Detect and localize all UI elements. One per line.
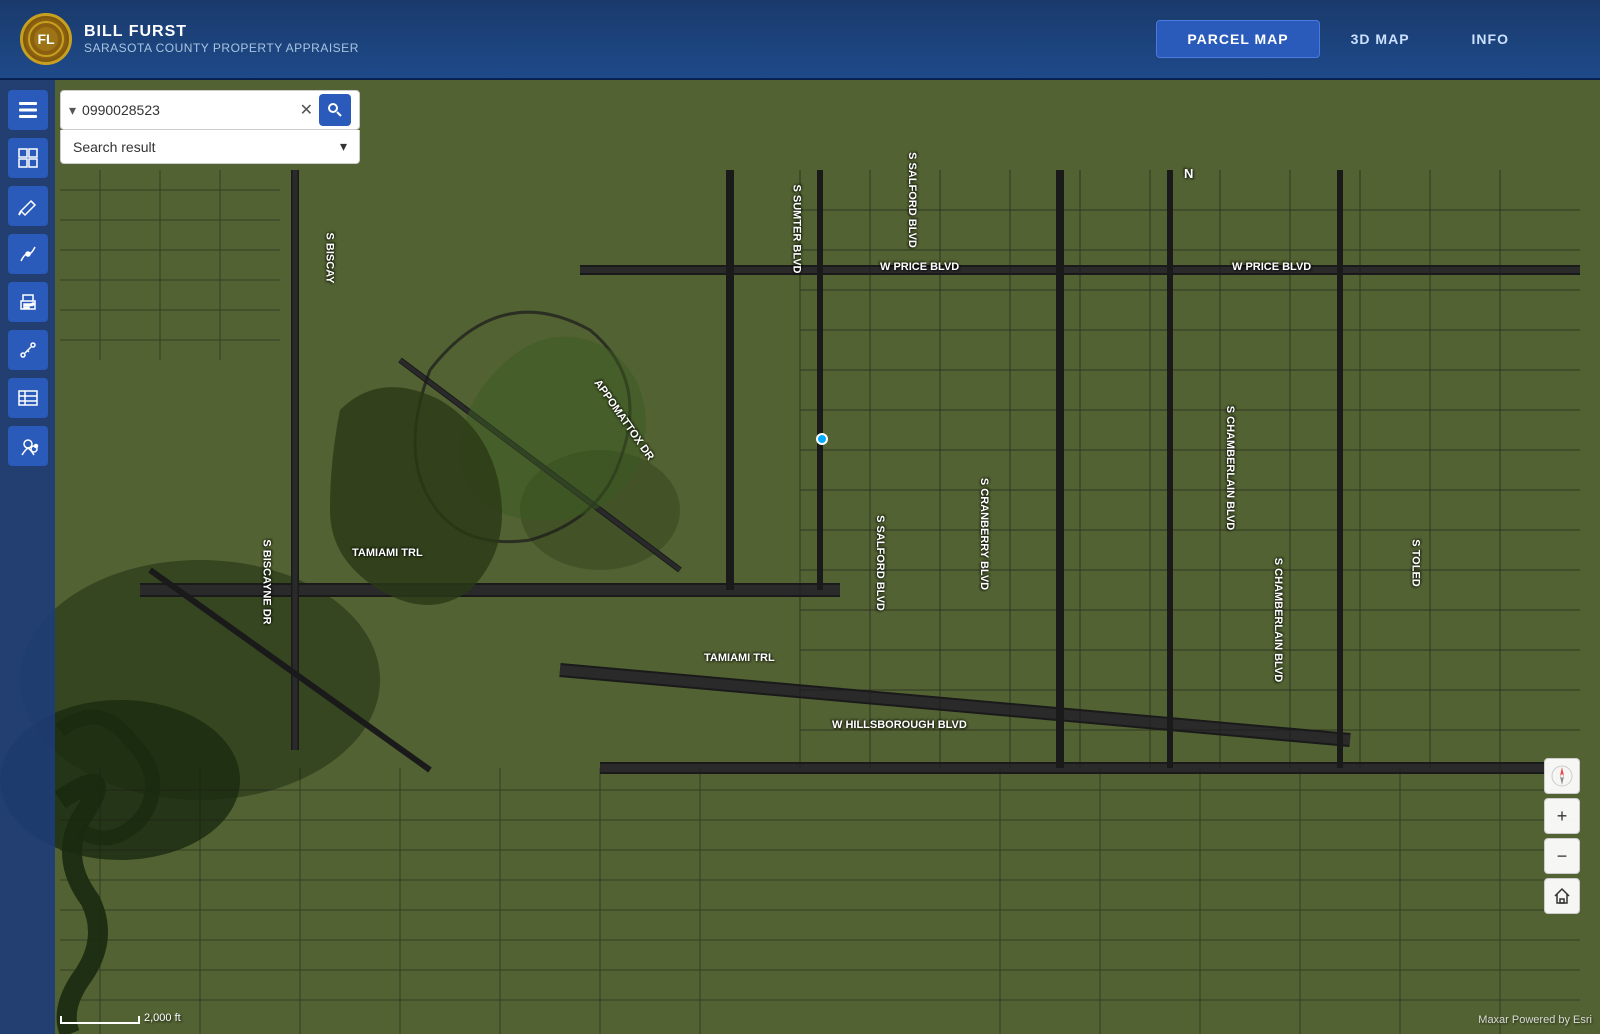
draw-button[interactable] bbox=[8, 234, 48, 274]
scale-bar: 2,000 ft bbox=[60, 1012, 181, 1024]
logo-subtitle: SARASOTA COUNTY PROPERTY APPRAISER bbox=[84, 41, 359, 55]
bookmark-button[interactable] bbox=[8, 426, 48, 466]
compass-button[interactable] bbox=[1544, 758, 1580, 794]
search-box: ▾ ✕ Search result ▾ bbox=[60, 90, 360, 164]
attribution: Maxar Powered by Esri bbox=[1478, 1014, 1592, 1026]
map-marker bbox=[816, 433, 828, 445]
map-background bbox=[0, 80, 1600, 1034]
header: FL BILL FURST SARASOTA COUNTY PROPERTY A… bbox=[0, 0, 1600, 80]
tab-info[interactable]: INFO bbox=[1441, 20, 1540, 58]
zoom-in-button[interactable]: + bbox=[1544, 798, 1580, 834]
search-input-row: ▾ ✕ bbox=[60, 90, 360, 130]
grid-button[interactable] bbox=[8, 138, 48, 178]
search-chevron-icon[interactable]: ▾ bbox=[69, 102, 76, 119]
svg-text:FL: FL bbox=[37, 31, 55, 47]
scale-line bbox=[60, 1016, 140, 1024]
search-input[interactable] bbox=[82, 102, 300, 118]
edit-button[interactable] bbox=[8, 186, 48, 226]
logo-text: BILL FURST SARASOTA COUNTY PROPERTY APPR… bbox=[84, 23, 359, 55]
data-table-button[interactable] bbox=[8, 378, 48, 418]
search-result-chevron-icon: ▾ bbox=[340, 138, 347, 155]
logo-icon: FL bbox=[20, 13, 72, 65]
search-result-dropdown[interactable]: Search result ▾ bbox=[60, 130, 360, 164]
tab-3d-map[interactable]: 3D MAP bbox=[1320, 20, 1441, 58]
logo-area: FL BILL FURST SARASOTA COUNTY PROPERTY A… bbox=[20, 13, 359, 65]
print-button[interactable] bbox=[8, 282, 48, 322]
zoom-out-button[interactable]: − bbox=[1544, 838, 1580, 874]
measure-button[interactable] bbox=[8, 330, 48, 370]
layers-button[interactable] bbox=[8, 90, 48, 130]
scale-label: 2,000 ft bbox=[144, 1012, 181, 1024]
search-go-button[interactable] bbox=[319, 94, 351, 126]
map-controls: + − bbox=[1544, 758, 1580, 914]
logo-name: BILL FURST bbox=[84, 23, 359, 41]
tab-parcel-map[interactable]: PARCEL MAP bbox=[1156, 20, 1319, 58]
left-sidebar bbox=[0, 80, 55, 1034]
map-container[interactable]: ▾ ✕ Search result ▾ W PRICE BLVD W PRICE… bbox=[0, 80, 1600, 1034]
nav-tabs: PARCEL MAP 3D MAP INFO bbox=[1156, 20, 1540, 58]
search-clear-button[interactable]: ✕ bbox=[300, 100, 313, 120]
search-result-label: Search result bbox=[73, 139, 155, 155]
home-button[interactable] bbox=[1544, 878, 1580, 914]
